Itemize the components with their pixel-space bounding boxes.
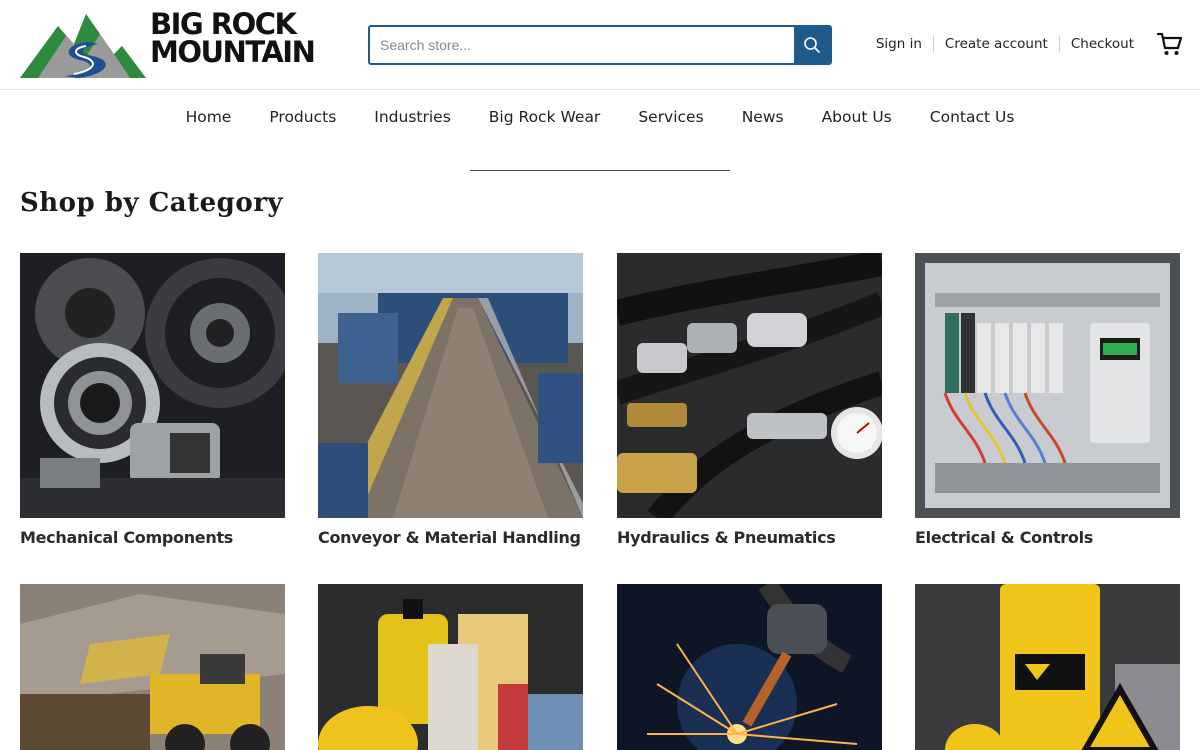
divider xyxy=(932,36,934,52)
search-button[interactable] xyxy=(794,27,830,63)
nav-item-industries[interactable]: Industries xyxy=(374,108,451,126)
category-card-maintenance-supplies[interactable] xyxy=(318,584,583,750)
site-logo[interactable]: BIG ROCK MOUNTAIN xyxy=(18,8,316,82)
nav-item-home[interactable]: Home xyxy=(186,108,232,126)
search-icon xyxy=(804,37,820,53)
nav-item-services[interactable]: Services xyxy=(638,108,703,126)
divider xyxy=(1058,36,1060,52)
logo-line-1: BIG ROCK xyxy=(150,7,297,41)
category-card-conveyor-material-handling[interactable]: Conveyor & Material Handling xyxy=(318,253,583,547)
logo-line-2: MOUNTAIN xyxy=(150,35,316,69)
category-image xyxy=(915,584,1180,750)
section-divider xyxy=(470,170,730,171)
create-account-link[interactable]: Create account xyxy=(945,36,1048,52)
nav-item-products[interactable]: Products xyxy=(269,108,336,126)
category-card-heavy-equipment[interactable] xyxy=(20,584,285,750)
category-label: Electrical & Controls xyxy=(915,528,1093,547)
account-links: Sign in Create account Checkout xyxy=(876,36,1134,52)
site-header: BIG ROCK MOUNTAIN Sign in Create account… xyxy=(0,0,1200,90)
nav-item-about-us[interactable]: About Us xyxy=(822,108,892,126)
category-card-welding[interactable] xyxy=(617,584,882,750)
nav-item-news[interactable]: News xyxy=(742,108,784,126)
cart-icon xyxy=(1156,32,1183,55)
section-title: Shop by Category xyxy=(20,188,284,218)
category-image xyxy=(318,584,583,750)
search-input[interactable] xyxy=(370,27,794,63)
category-image xyxy=(617,253,882,518)
category-image xyxy=(617,584,882,750)
category-label: Hydraulics & Pneumatics xyxy=(617,528,836,547)
sign-in-link[interactable]: Sign in xyxy=(876,36,922,52)
category-image xyxy=(20,253,285,518)
category-label: Conveyor & Material Handling xyxy=(318,528,581,547)
checkout-link[interactable]: Checkout xyxy=(1071,36,1134,52)
logo-wordmark: BIG ROCK MOUNTAIN xyxy=(150,7,316,69)
nav-item-contact-us[interactable]: Contact Us xyxy=(930,108,1015,126)
category-card-hydraulics-pneumatics[interactable]: Hydraulics & Pneumatics xyxy=(617,253,882,547)
mountain-logo-icon xyxy=(20,14,146,78)
cart-button[interactable] xyxy=(1156,30,1184,58)
category-card-mechanical-components[interactable]: Mechanical Components xyxy=(20,253,285,547)
category-image xyxy=(915,253,1180,518)
main-nav: Home Products Industries Big Rock Wear S… xyxy=(0,108,1200,126)
category-card-electrical-controls[interactable]: Electrical & Controls xyxy=(915,253,1180,547)
category-label: Mechanical Components xyxy=(20,528,234,547)
category-card-safety[interactable] xyxy=(915,584,1180,750)
category-image xyxy=(20,584,285,750)
category-image xyxy=(318,253,583,518)
nav-item-big-rock-wear[interactable]: Big Rock Wear xyxy=(489,108,601,126)
search-bar xyxy=(368,25,832,65)
